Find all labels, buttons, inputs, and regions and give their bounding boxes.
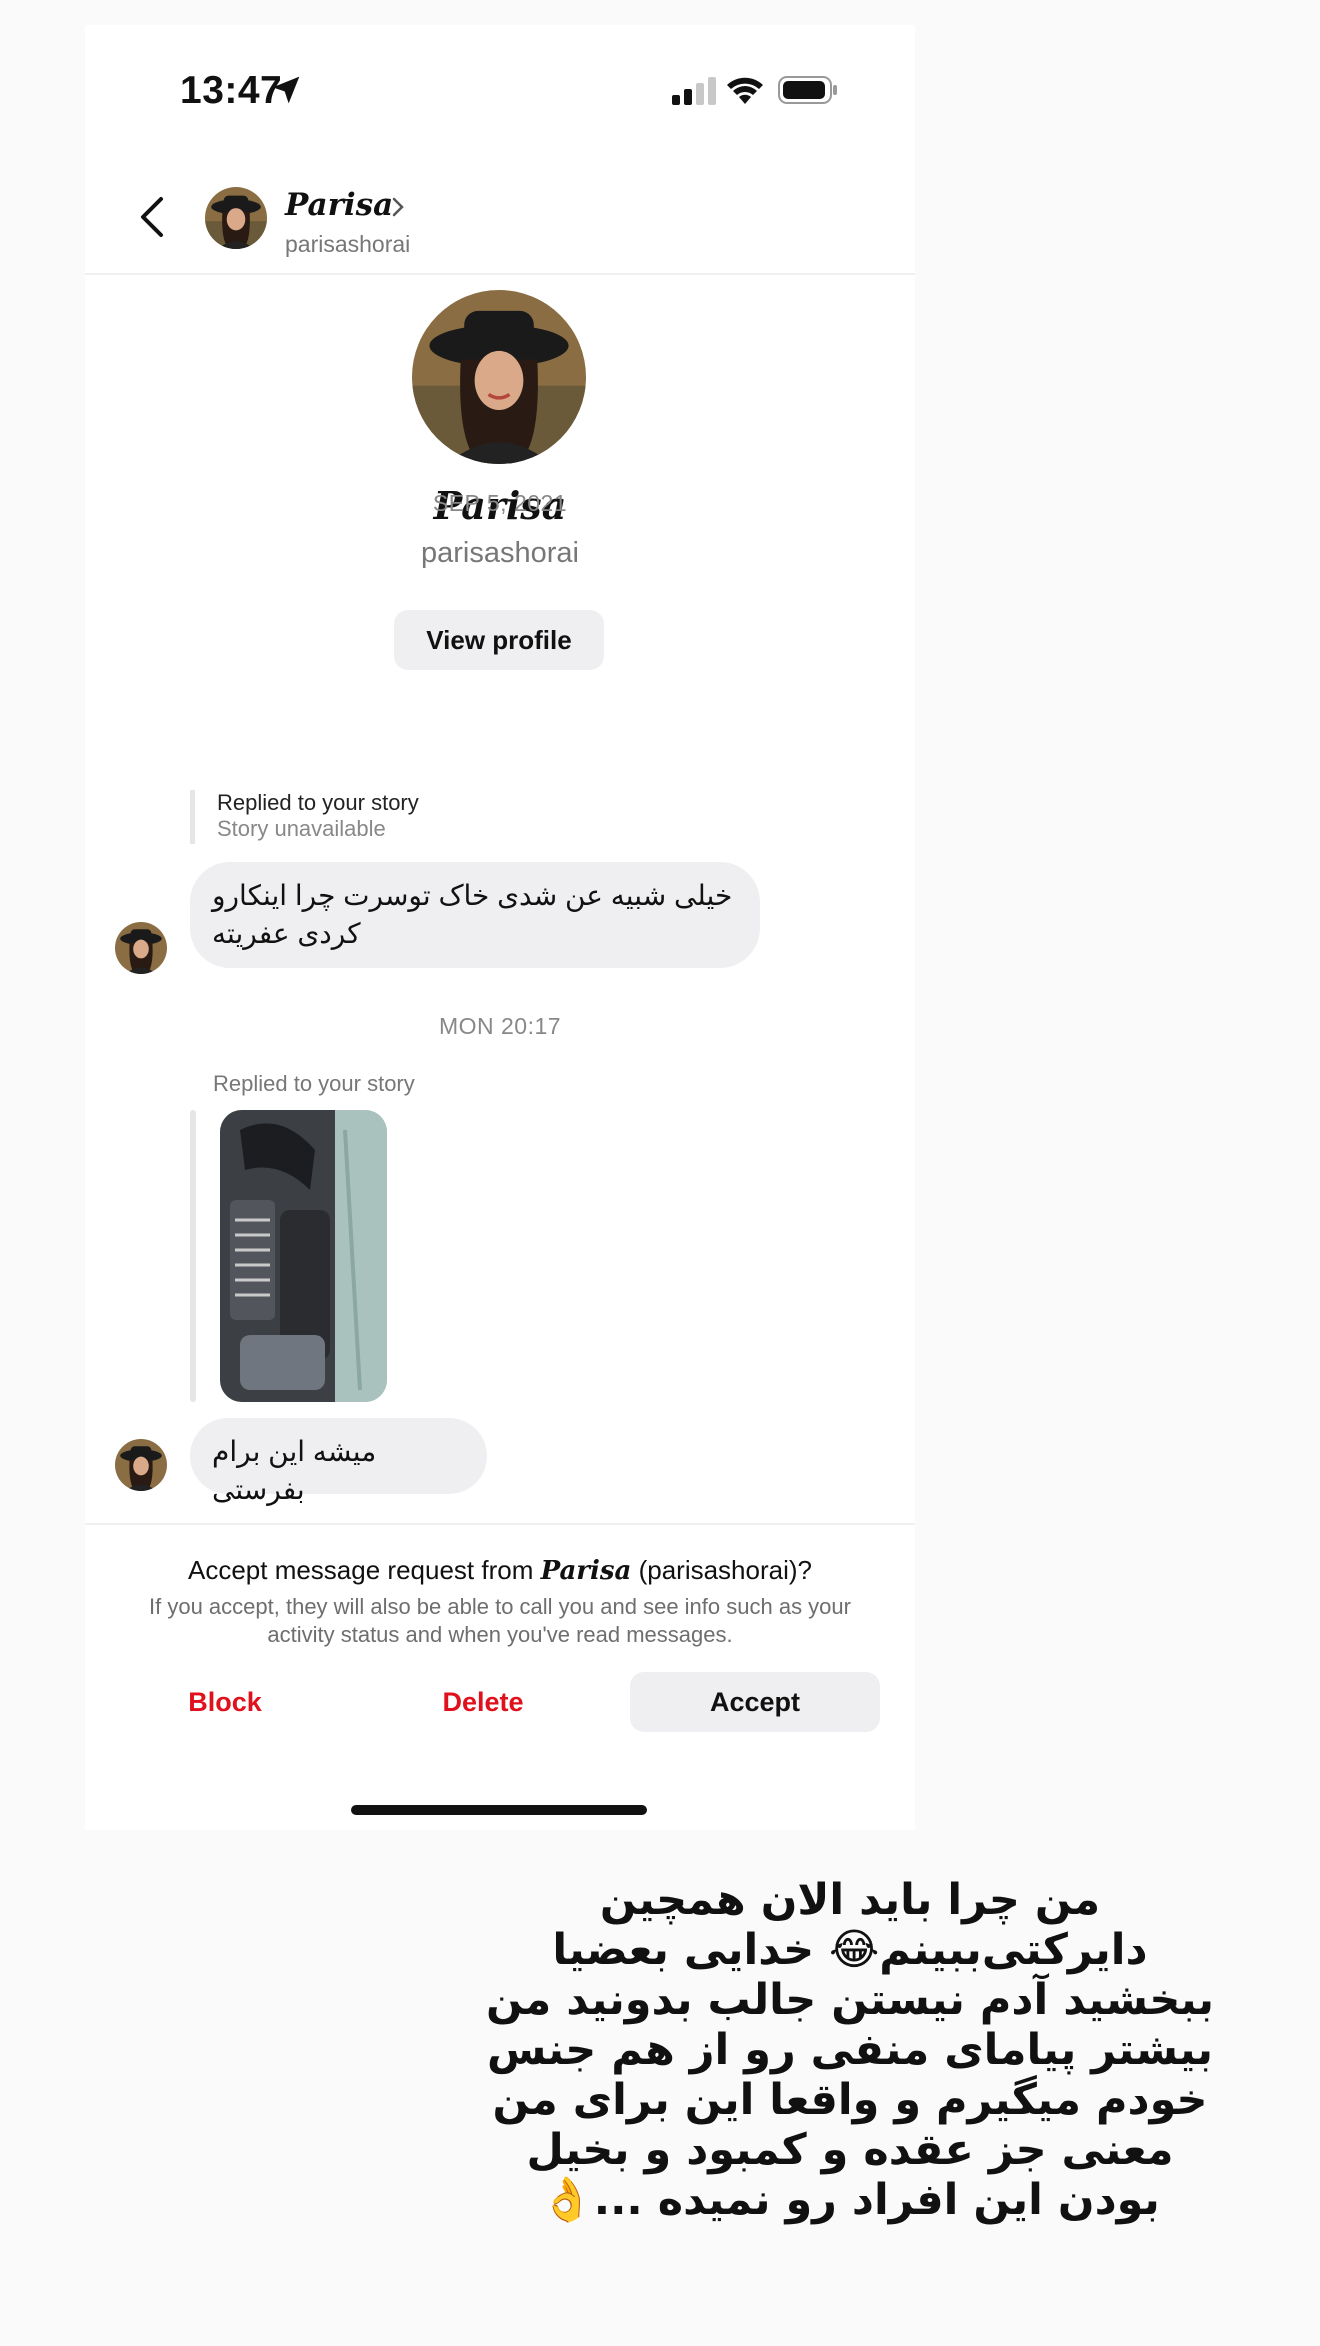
story-thumbnail[interactable] [220,1110,387,1402]
story-image [220,1110,387,1402]
chevron-right-icon[interactable] [390,195,406,219]
cellular-signal-icon [672,77,716,105]
story-caption: من چرا باید الان همچین دایرکتی‌ببینم😂 خد… [485,1875,1215,2225]
avatar-image [115,1439,167,1491]
accept-button[interactable]: Accept [630,1672,880,1732]
home-indicator[interactable] [351,1805,647,1815]
profile-username: parisashorai [421,537,579,569]
avatar-image [412,290,586,464]
message-bubble[interactable]: میشه این برام بفرستی [190,1418,487,1505]
date-separator: MON 20:17 [438,1013,562,1039]
reply-title: Replied to your story [217,790,419,815]
block-button[interactable]: Block [125,1672,325,1732]
reply-indicator-bar [190,1110,196,1402]
story-reply-context: Replied to your story Story unavailable [190,790,419,844]
profile-avatar[interactable] [412,290,586,464]
header-avatar[interactable] [205,187,267,249]
reply-subtitle: Story unavailable [217,816,386,841]
request-title: Accept message request from Parisa (pari… [85,1555,915,1586]
back-arrow-icon[interactable] [135,193,171,241]
request-title-name: Parisa [540,1556,632,1586]
avatar-image [115,922,167,974]
message-avatar[interactable] [115,922,167,974]
phone-screenshot: 13:47 Parisa parisashorai Parisa parisas… [85,25,915,1830]
delete-button[interactable]: Delete [383,1672,583,1732]
reply-label: Replied to your story [213,1071,415,1096]
message-avatar[interactable] [115,1439,167,1491]
view-profile-button[interactable]: View profile [394,610,604,670]
header-name[interactable]: Parisa [285,187,393,223]
request-description: If you accept, they will also be able to… [149,1594,851,1647]
status-time: 13:47 [180,69,283,112]
status-bar: 13:47 [85,25,915,145]
message-bubble[interactable]: خیلی شبیه عن شدی خاک توسرت چرا اینکارو ک… [190,862,760,968]
request-title-suffix: (parisashorai)? [631,1555,812,1585]
battery-icon [778,76,837,104]
request-title-prefix: Accept message request from [187,1555,541,1585]
date-separator: SEP 5, 2021 [432,490,568,516]
header-username: parisashorai [285,231,411,257]
avatar-image [205,187,267,249]
chat-header: Parisa parisashorai [85,155,915,275]
message-request-panel: Accept message request from Parisa (pari… [85,1523,915,1830]
location-arrow-icon [272,76,300,104]
wifi-icon [727,77,763,104]
